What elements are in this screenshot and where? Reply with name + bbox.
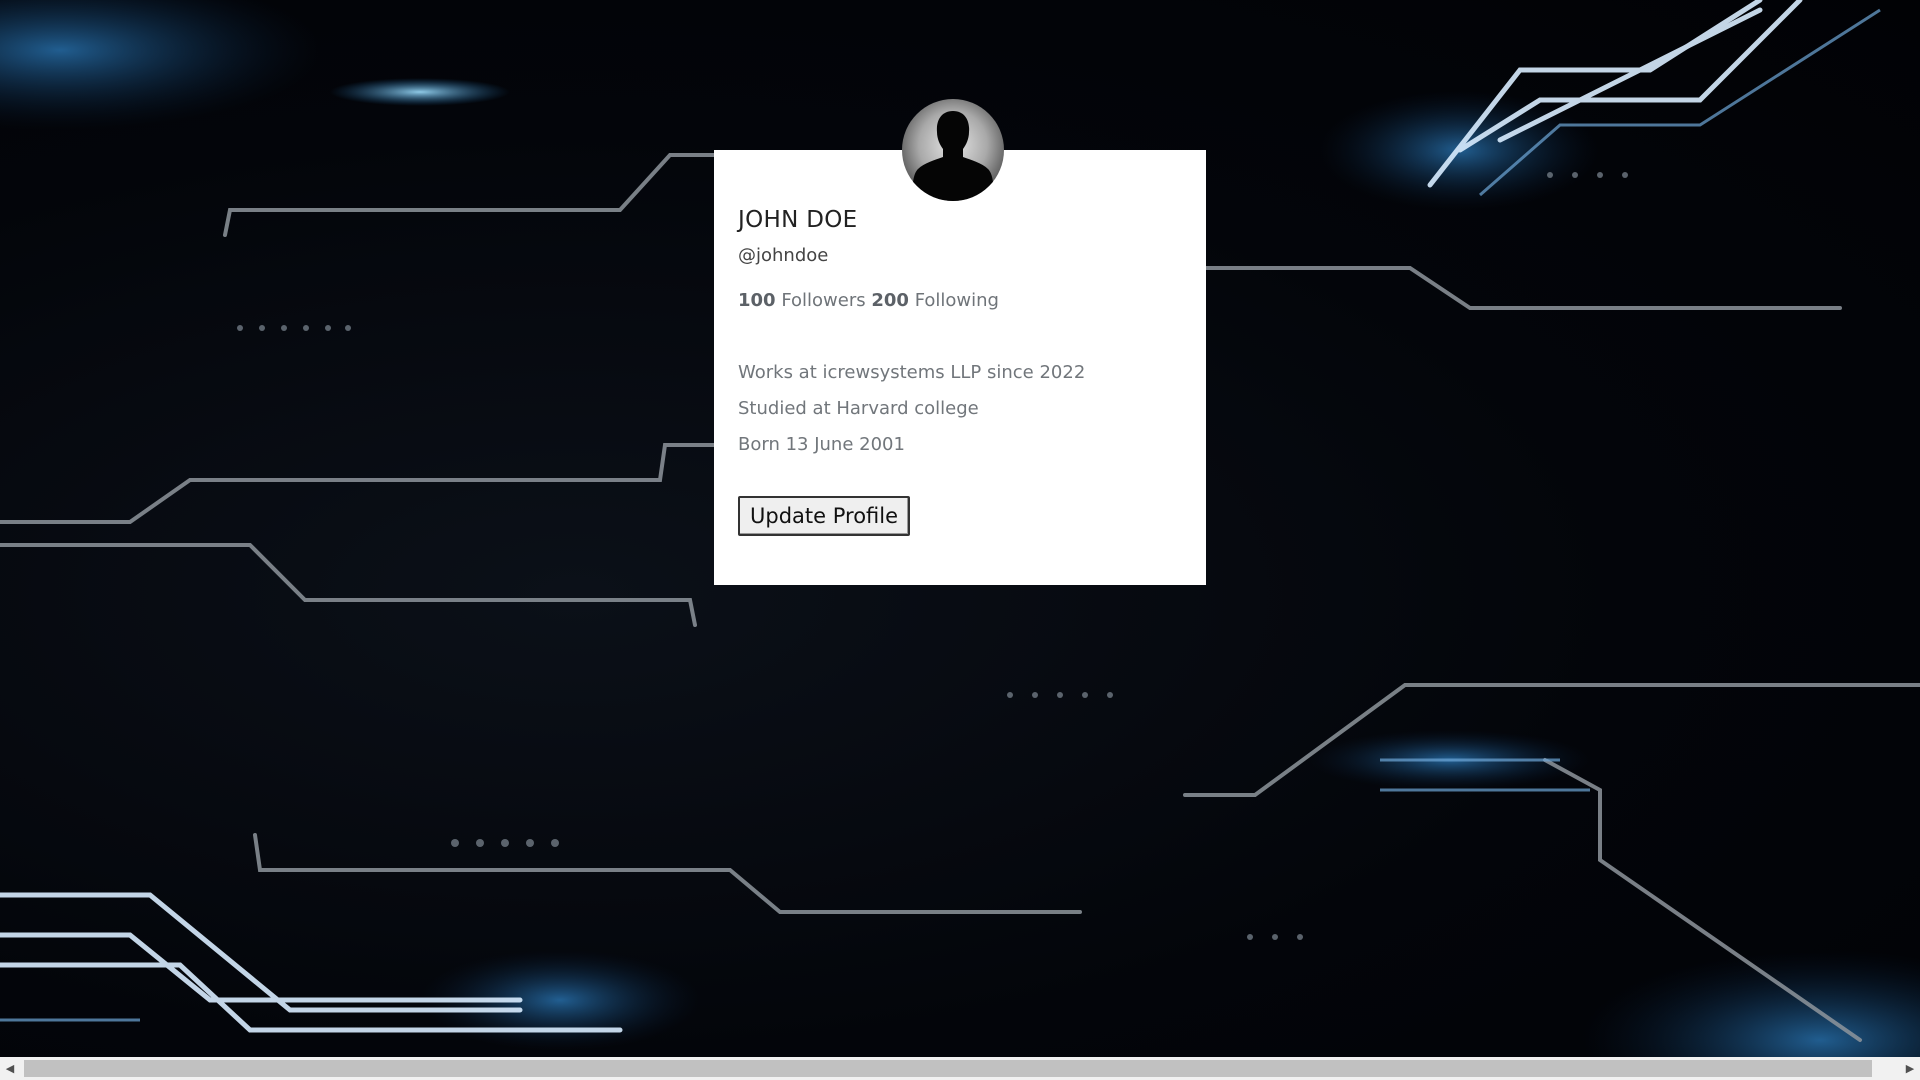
scrollbar-thumb[interactable] <box>24 1060 1872 1077</box>
profile-card: JOHN DOE @johndoe 100 Followers 200 Foll… <box>714 150 1206 585</box>
horizontal-scrollbar[interactable]: ◀ ▶ <box>0 1057 1920 1080</box>
following-label: Following <box>914 290 999 311</box>
following-count: 200 <box>871 290 909 311</box>
followers-label: Followers <box>781 290 866 311</box>
avatar <box>902 99 1004 201</box>
profile-details: Works at icrewsystems LLP since 2022 Stu… <box>738 362 1182 456</box>
update-profile-button[interactable]: Update Profile <box>738 496 911 536</box>
page-background: JOHN DOE @johndoe 100 Followers 200 Foll… <box>0 0 1920 1080</box>
follow-stats: 100 Followers 200 Following <box>738 290 1182 312</box>
detail-education: Studied at Harvard college <box>738 398 979 419</box>
followers-count: 100 <box>738 290 776 311</box>
chevron-left-icon[interactable]: ◀ <box>0 1057 20 1080</box>
detail-work: Works at icrewsystems LLP since 2022 <box>738 362 1086 383</box>
user-silhouette-icon <box>912 111 994 201</box>
detail-birthday: Born 13 June 2001 <box>738 434 905 455</box>
profile-handle: @johndoe <box>738 245 829 266</box>
profile-name: JOHN DOE <box>738 207 858 233</box>
chevron-right-icon[interactable]: ▶ <box>1900 1057 1920 1080</box>
